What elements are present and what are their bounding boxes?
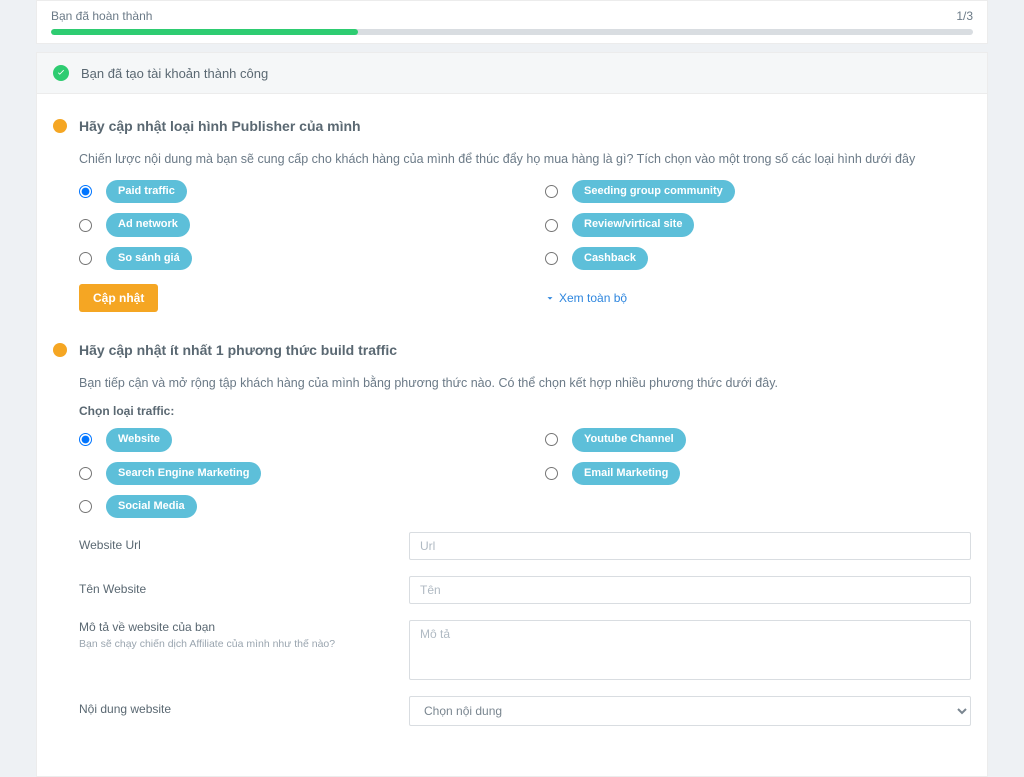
traffic-section: Hãy cập nhật ít nhất 1 phương thức build…: [53, 342, 971, 726]
show-all-link[interactable]: Xem toàn bộ: [545, 291, 971, 305]
progress-fill: [51, 29, 358, 35]
traffic-option[interactable]: Email Marketing: [545, 462, 971, 485]
publisher-option[interactable]: Ad network: [79, 213, 505, 236]
traffic-subhead: Chọn loại traffic:: [79, 404, 971, 418]
publisher-option[interactable]: Cashback: [545, 247, 971, 270]
radio-seeding[interactable]: [545, 185, 558, 198]
progress-label: Bạn đã hoàn thành: [51, 9, 956, 23]
arrow-down-icon: [545, 293, 555, 303]
success-banner: Bạn đã tạo tài khoản thành công: [36, 52, 988, 94]
chip-label: Website: [106, 428, 172, 451]
chip-label: Cashback: [572, 247, 648, 270]
url-label: Website Url: [79, 532, 389, 552]
traffic-section-desc: Bạn tiếp cận và mở rộng tập khách hàng c…: [79, 376, 971, 390]
radio-email[interactable]: [545, 467, 558, 480]
check-circle-icon: [53, 65, 69, 81]
publisher-option[interactable]: Seeding group community: [545, 180, 971, 203]
traffic-option[interactable]: Youtube Channel: [545, 428, 971, 451]
progress-bar: [51, 29, 973, 35]
show-all-text: Xem toàn bộ: [559, 291, 627, 305]
update-button[interactable]: Cập nhật: [79, 284, 158, 312]
traffic-option[interactable]: Website: [79, 428, 505, 451]
radio-paid-traffic[interactable]: [79, 185, 92, 198]
publisher-options: Paid traffic Seeding group community Ad …: [79, 180, 971, 270]
name-input[interactable]: [409, 576, 971, 604]
radio-review[interactable]: [545, 219, 558, 232]
traffic-section-title: Hãy cập nhật ít nhất 1 phương thức build…: [79, 342, 397, 358]
chip-label: Search Engine Marketing: [106, 462, 261, 485]
publisher-section-desc: Chiến lược nội dung mà bạn sẽ cung cấp c…: [79, 152, 971, 166]
desc-sublabel: Bạn sẽ chạy chiến dịch Affiliate của mìn…: [79, 638, 389, 650]
publisher-section: Hãy cập nhật loại hình Publisher của mìn…: [53, 118, 971, 312]
desc-textarea[interactable]: [409, 620, 971, 680]
publisher-option[interactable]: So sánh giá: [79, 247, 505, 270]
main-panel: Hãy cập nhật loại hình Publisher của mìn…: [36, 94, 988, 777]
publisher-section-title: Hãy cập nhật loại hình Publisher của mìn…: [79, 118, 361, 134]
traffic-option[interactable]: Search Engine Marketing: [79, 462, 505, 485]
publisher-option[interactable]: Review/virtical site: [545, 213, 971, 236]
chip-label: Seeding group community: [572, 180, 735, 203]
website-form: Website Url Tên Website Mô tả về website…: [79, 532, 971, 726]
name-label: Tên Website: [79, 576, 389, 596]
radio-youtube[interactable]: [545, 433, 558, 446]
chip-label: Review/virtical site: [572, 213, 694, 236]
traffic-option[interactable]: Social Media: [79, 495, 505, 518]
chip-label: Social Media: [106, 495, 197, 518]
chip-label: Paid traffic: [106, 180, 187, 203]
radio-social[interactable]: [79, 500, 92, 513]
chip-label: Youtube Channel: [572, 428, 686, 451]
chip-label: Ad network: [106, 213, 190, 236]
content-label: Nội dung website: [79, 696, 389, 716]
publisher-option[interactable]: Paid traffic: [79, 180, 505, 203]
radio-website[interactable]: [79, 433, 92, 446]
success-text: Bạn đã tạo tài khoản thành công: [81, 66, 268, 81]
url-input[interactable]: [409, 532, 971, 560]
chip-label: Email Marketing: [572, 462, 680, 485]
content-select[interactable]: Chọn nội dung: [409, 696, 971, 726]
progress-count: 1/3: [956, 9, 973, 23]
desc-label: Mô tả về website của bạn: [79, 620, 389, 634]
orange-dot-icon: [53, 119, 67, 133]
chip-label: So sánh giá: [106, 247, 192, 270]
radio-compare[interactable]: [79, 252, 92, 265]
radio-ad-network[interactable]: [79, 219, 92, 232]
traffic-options: Website Youtube Channel Search Engine Ma…: [79, 428, 971, 518]
orange-dot-icon: [53, 343, 67, 357]
radio-cashback[interactable]: [545, 252, 558, 265]
progress-card: Bạn đã hoàn thành 1/3: [36, 0, 988, 44]
radio-sem[interactable]: [79, 467, 92, 480]
